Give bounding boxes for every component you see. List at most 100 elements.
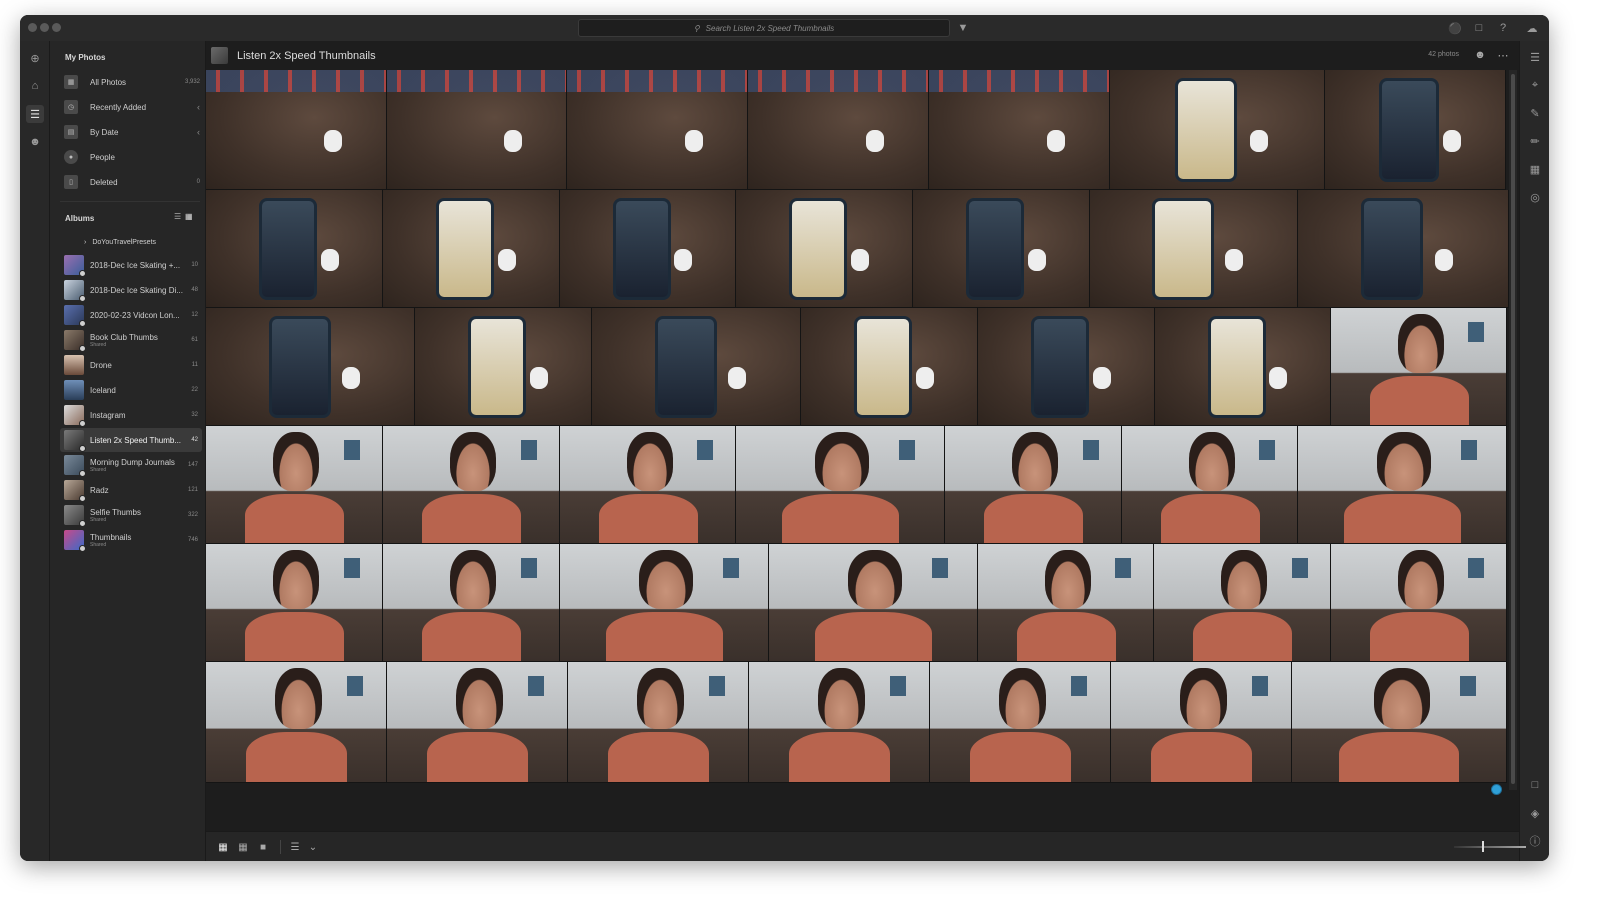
photo-thumbnail[interactable] xyxy=(387,662,568,783)
nav-all-photos[interactable]: ▦ All Photos 3,932 xyxy=(60,71,200,93)
album-item[interactable]: Iceland 22 xyxy=(60,378,202,402)
folder-item[interactable]: › DoYouTravelPresets xyxy=(84,239,156,246)
photo-thumbnail[interactable] xyxy=(567,70,748,190)
home-icon[interactable]: ⌂ xyxy=(26,77,44,95)
photo-thumbnail[interactable] xyxy=(1292,662,1507,783)
photo-thumbnail[interactable] xyxy=(383,426,560,544)
crop-icon[interactable]: ⌖ xyxy=(1527,77,1543,93)
album-item[interactable]: 2018-Dec Ice Skating +... 10 xyxy=(60,253,202,277)
photo-thumbnail[interactable] xyxy=(383,190,560,308)
photo-thumbnail[interactable] xyxy=(1111,662,1292,783)
zoom-window-button[interactable] xyxy=(52,23,61,32)
help-icon[interactable]: ? xyxy=(1496,21,1510,35)
search-field[interactable]: ⚲ Search Listen 2x Speed Thumbnails xyxy=(578,19,950,37)
share-people-icon[interactable]: ☻ xyxy=(1473,48,1487,62)
photo-thumbnail[interactable] xyxy=(206,662,387,783)
album-item[interactable]: Book Club Thumbs Shared 61 xyxy=(60,328,202,352)
photo-thumbnail[interactable] xyxy=(1325,70,1506,190)
trash-icon: ▯ xyxy=(64,175,78,189)
list-view-icon[interactable]: ☰ xyxy=(174,212,181,221)
photo-thumbnail[interactable] xyxy=(1110,70,1325,190)
album-name: Selfie Thumbs xyxy=(90,507,141,517)
photo-thumbnail[interactable] xyxy=(769,544,978,662)
photo-thumbnail[interactable] xyxy=(387,70,567,190)
detail-view-icon[interactable]: ■ xyxy=(256,840,270,854)
info-icon[interactable]: ⓘ xyxy=(1527,833,1543,849)
photo-thumbnail[interactable] xyxy=(592,308,801,426)
album-item-selected[interactable]: Listen 2x Speed Thumb... 42 xyxy=(60,428,202,452)
healing-icon[interactable]: ✎ xyxy=(1527,105,1543,121)
album-item[interactable]: Instagram 32 xyxy=(60,403,202,427)
photo-thumbnail[interactable] xyxy=(978,308,1155,426)
comment-icon[interactable]: □ xyxy=(1527,777,1543,793)
tag-icon[interactable]: ◈ xyxy=(1527,805,1543,821)
chevron-left-icon[interactable]: ‹ xyxy=(197,127,200,137)
photo-thumbnail[interactable] xyxy=(945,426,1122,544)
album-item[interactable]: 2018-Dec Ice Skating Di... 48 xyxy=(60,278,202,302)
library-icon[interactable]: ☰ xyxy=(26,105,44,123)
photo-thumbnail[interactable] xyxy=(749,662,930,783)
grid-view-icon[interactable]: ▦ xyxy=(236,840,250,854)
album-item[interactable]: Morning Dump Journals Shared 147 xyxy=(60,453,202,477)
nav-people[interactable]: ● People xyxy=(60,146,200,168)
album-item[interactable]: 2020-02-23 Vidcon Lon... 12 xyxy=(60,303,202,327)
close-window-button[interactable] xyxy=(28,23,37,32)
square-grid-view-icon[interactable]: ▦ xyxy=(216,840,230,854)
people-icon[interactable]: ☻ xyxy=(26,133,44,151)
slider-handle[interactable] xyxy=(1482,841,1484,852)
nav-recently-added[interactable]: ◷ Recently Added ‹ xyxy=(60,96,200,118)
vertical-scrollbar[interactable] xyxy=(1509,70,1517,790)
photo-thumbnail[interactable] xyxy=(1090,190,1298,308)
photo-thumbnail[interactable] xyxy=(930,662,1111,783)
photo-thumbnail[interactable] xyxy=(1155,308,1331,426)
chevron-down-icon[interactable]: ⌄ xyxy=(306,840,320,854)
thumbnail-size-slider[interactable] xyxy=(1454,846,1526,848)
album-item[interactable]: Radz 121 xyxy=(60,478,202,502)
photo-thumbnail[interactable] xyxy=(1298,426,1507,544)
photo-thumbnail[interactable] xyxy=(1122,426,1298,544)
album-thumbnail xyxy=(64,430,86,452)
more-options-icon[interactable]: ⋯ xyxy=(1496,48,1510,62)
linear-gradient-icon[interactable]: ▦ xyxy=(1527,161,1543,177)
edit-sliders-icon[interactable]: ☰ xyxy=(1527,49,1543,65)
nav-deleted[interactable]: ▯ Deleted 0 xyxy=(60,171,200,193)
photo-thumbnail[interactable] xyxy=(736,190,913,308)
photo-thumbnail[interactable] xyxy=(913,190,1090,308)
photo-thumbnail[interactable] xyxy=(1331,544,1507,662)
photo-thumbnail[interactable] xyxy=(748,70,929,190)
filter-icon[interactable]: ▼ xyxy=(956,21,970,35)
minimize-window-button[interactable] xyxy=(40,23,49,32)
photo-thumbnail[interactable] xyxy=(560,426,736,544)
scroll-thumb[interactable] xyxy=(1511,74,1515,784)
photo-thumbnail[interactable] xyxy=(736,426,945,544)
album-item[interactable]: Thumbnails Shared 746 xyxy=(60,528,202,552)
cloud-icon[interactable]: ☁ xyxy=(1522,21,1542,35)
photo-thumbnail[interactable] xyxy=(206,190,383,308)
chevron-left-icon[interactable]: ‹ xyxy=(197,102,200,112)
album-item[interactable]: Selfie Thumbs Shared 322 xyxy=(60,503,202,527)
photo-thumbnail[interactable] xyxy=(978,544,1154,662)
photo-thumbnail[interactable] xyxy=(206,70,387,190)
brush-icon[interactable]: ✏ xyxy=(1527,133,1543,149)
photo-thumbnail[interactable] xyxy=(568,662,749,783)
photo-thumbnail[interactable] xyxy=(383,544,560,662)
photo-thumbnail[interactable] xyxy=(206,426,383,544)
photo-thumbnail[interactable] xyxy=(206,544,383,662)
photo-thumbnail[interactable] xyxy=(1298,190,1509,308)
bell-icon[interactable]: ⚫ xyxy=(1448,21,1462,35)
grid-view-icon[interactable]: ▦ xyxy=(185,212,193,221)
photo-thumbnail[interactable] xyxy=(560,190,736,308)
nav-by-date[interactable]: ▤ By Date ‹ xyxy=(60,121,200,143)
radial-gradient-icon[interactable]: ◎ xyxy=(1527,189,1543,205)
photo-thumbnail[interactable] xyxy=(1154,544,1331,662)
sort-icon[interactable]: ☰ xyxy=(288,840,302,854)
share-icon[interactable]: □ xyxy=(1472,21,1486,35)
add-icon[interactable]: ⊕ xyxy=(26,49,44,67)
photo-thumbnail[interactable] xyxy=(560,544,769,662)
photo-thumbnail[interactable] xyxy=(206,308,415,426)
photo-thumbnail[interactable] xyxy=(929,70,1110,190)
photo-thumbnail[interactable] xyxy=(801,308,978,426)
album-item[interactable]: Drone 11 xyxy=(60,353,202,377)
photo-thumbnail[interactable] xyxy=(1331,308,1507,426)
photo-thumbnail[interactable] xyxy=(415,308,592,426)
